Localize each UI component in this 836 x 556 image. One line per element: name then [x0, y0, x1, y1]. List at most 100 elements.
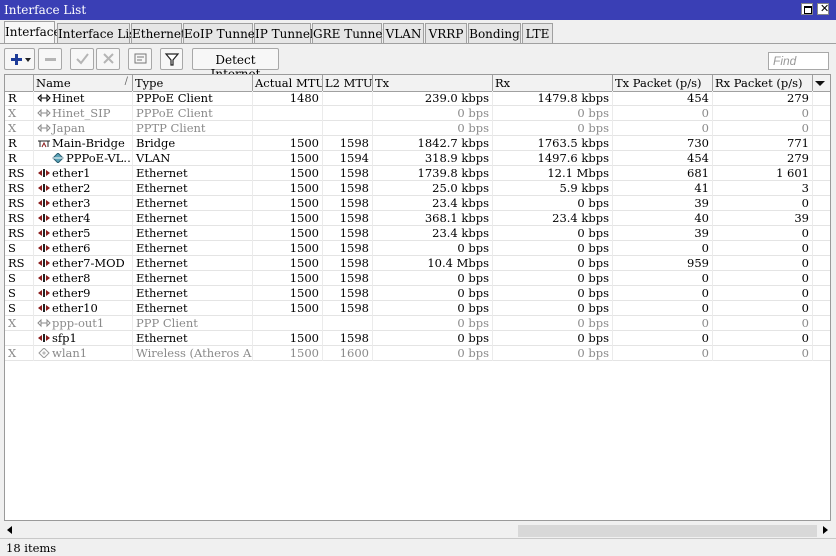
cell-tx: 25.0 kbps — [373, 181, 493, 196]
find-input[interactable] — [768, 52, 829, 70]
tab-ethernet[interactable]: Ethernet — [131, 23, 186, 44]
window-title: Interface List — [4, 3, 87, 17]
maximize-icon[interactable] — [801, 3, 813, 15]
cell-txp: 0 — [613, 316, 713, 331]
tab-interface[interactable]: Interface — [4, 21, 61, 44]
cell-tx: 0 bps — [373, 121, 493, 136]
cell-rxp: 1 601 — [713, 166, 813, 181]
table-row[interactable]: Xwlan1Wireless (Atheros AR…150016000 bps… — [5, 346, 830, 361]
ppp-icon — [37, 91, 52, 105]
cell-flag: RS — [5, 256, 34, 271]
table-row[interactable]: RS ether1 Ethernet 1500 1598 1739.8 kbps 12.1 … — [5, 166, 830, 181]
cell-txp: 0 — [613, 241, 713, 256]
cell-rxp: 0 — [713, 256, 813, 271]
cell-mtu: 1500 — [253, 271, 323, 286]
cell-rx: 0 bps — [493, 196, 613, 211]
cell-name: PPPoE-VL… — [34, 151, 133, 166]
table-row[interactable]: RS ether2 Ethernet 1500 1598 25.0 kbps 5.9 kbp… — [5, 181, 830, 196]
column-header-tx[interactable]: Tx — [373, 75, 493, 91]
table-row[interactable]: Sether8 Ethernet 1500 1598 0 bps 0 bps 0 0 — [5, 271, 830, 286]
cell-rxp: 0 — [713, 316, 813, 331]
cell-tx: 0 bps — [373, 106, 493, 121]
table-row[interactable]: RS ether5 Ethernet 1500 1598 23.4 kbps 0 bps 39… — [5, 226, 830, 241]
cell-mtu: 1500 — [253, 346, 323, 361]
cell-flag: X — [5, 121, 34, 136]
ethernet-icon — [37, 196, 52, 210]
table-row[interactable]: Sether10 Ethernet 1500 1598 0 bps 0 bps 0 0 — [5, 301, 830, 316]
table-row[interactable]: RS ether7-MOD Ethernet 1500 1598 10.4 Mbps 0 b… — [5, 256, 830, 271]
horizontal-scrollbar[interactable] — [4, 524, 831, 538]
cell-rx: 1763.5 kbps — [493, 136, 613, 151]
cell-mtu: 1500 — [253, 181, 323, 196]
interface-name: ether3 — [52, 196, 91, 210]
wlan-icon — [37, 346, 52, 360]
tab-lte[interactable]: LTE — [522, 23, 553, 44]
cell-name: ether5 — [34, 226, 133, 241]
column-header-rx-packet[interactable]: Rx Packet (p/s) — [713, 75, 813, 91]
cell-tx: 0 bps — [373, 301, 493, 316]
remove-button[interactable] — [38, 48, 62, 70]
cell-name: Japan — [34, 121, 133, 136]
detect-internet-button[interactable]: Detect Internet — [192, 48, 279, 81]
tab-gre-tunnel[interactable]: GRE Tunnel — [312, 23, 386, 44]
cell-txp: 0 — [613, 301, 713, 316]
table-row[interactable]: Sether9 Ethernet 1500 1598 0 bps 0 bps 0 0 — [5, 286, 830, 301]
column-header-rx[interactable]: Rx — [493, 75, 613, 91]
tab-eoip-tunnel[interactable]: EoIP Tunnel — [183, 23, 259, 44]
table-row[interactable]: R PPPoE-VL… VLAN 1500 1594 318.9 kbps 1497.6 k… — [5, 151, 830, 166]
cell-txp: 39 — [613, 226, 713, 241]
cell-tx: 239.0 kbps — [373, 91, 493, 106]
close-icon[interactable]: ✕ — [817, 2, 829, 15]
scrollbar-thumb[interactable] — [518, 525, 817, 537]
cell-rxp: 39 — [713, 211, 813, 226]
comment-button[interactable] — [128, 48, 152, 70]
tab-interface-list[interactable]: Interface List — [57, 23, 140, 44]
cell-tx: 368.1 kbps — [373, 211, 493, 226]
status-bar: 18 items — [0, 538, 836, 556]
cell-name: ether1 — [34, 166, 133, 181]
cell-rxp: 0 — [713, 226, 813, 241]
tab-bonding[interactable]: Bonding — [468, 23, 521, 44]
scroll-right-icon[interactable] — [823, 526, 828, 534]
table-row[interactable]: R Main-Bridge Bridge 1500 1598 1842.7 kbps 176… — [5, 136, 830, 151]
filter-button[interactable] — [160, 48, 183, 70]
table-row[interactable]: sfp1 Ethernet 1500 1598 0 bps 0 bps 0 0 — [5, 331, 830, 346]
cell-rx: 0 bps — [493, 331, 613, 346]
column-header-type[interactable]: Type — [133, 75, 253, 91]
interface-name: Main-Bridge — [52, 136, 125, 150]
cell-tx: 0 bps — [373, 286, 493, 301]
column-header-name[interactable]: Name / — [34, 75, 133, 91]
sort-indicator-icon: / — [124, 76, 128, 87]
cell-flag: S — [5, 271, 34, 286]
cell-l2 — [323, 106, 373, 121]
table-row[interactable]: X Japan PPTP Client 0 bps 0 bps 0 0 — [5, 121, 830, 136]
table-row[interactable]: RS ether3 Ethernet 1500 1598 23.4 kbps 0 bps 39… — [5, 196, 830, 211]
cell-tx: 23.4 kbps — [373, 226, 493, 241]
cell-flag: R — [5, 136, 34, 151]
column-header-actual-mtu[interactable]: Actual MTU — [253, 75, 323, 91]
table-row[interactable]: Xppp-out1 PPP Client 0 bps 0 bps 0 0 — [5, 316, 830, 331]
cell-flag: R — [5, 151, 34, 166]
bridge-icon — [37, 136, 52, 150]
cell-rx: 0 bps — [493, 226, 613, 241]
column-header-l2-mtu[interactable]: L2 MTU — [323, 75, 373, 91]
disable-button[interactable] — [96, 48, 120, 70]
table-row[interactable]: RS ether4 Ethernet 1500 1598 368.1 kbps 23.4 k… — [5, 211, 830, 226]
column-header-flags[interactable] — [5, 75, 34, 91]
add-button[interactable] — [4, 48, 35, 70]
tab-vlan[interactable]: VLAN — [383, 23, 424, 44]
enable-button[interactable] — [70, 48, 94, 70]
table-row[interactable]: X Hinet_SIP PPPoE Client 0 bps 0 bps 0 0 — [5, 106, 830, 121]
tab-vrrp[interactable]: VRRP — [425, 23, 467, 44]
table-row[interactable]: R Hinet PPPoE Client 1480 239.0 kbps 1479.8 k… — [5, 91, 830, 106]
tab-ip-tunnel[interactable]: IP Tunnel — [254, 23, 314, 44]
table-row[interactable]: Sether6 Ethernet 1500 1598 0 bps 0 bps 0 0 — [5, 241, 830, 256]
column-header-tx-packet[interactable]: Tx Packet (p/s) — [613, 75, 713, 91]
cell-name: ether3 — [34, 196, 133, 211]
cell-type: Ethernet — [133, 196, 253, 211]
cell-txp: 0 — [613, 121, 713, 136]
column-menu-icon[interactable] — [812, 75, 828, 91]
ethernet-icon — [37, 211, 52, 225]
scroll-left-icon[interactable] — [7, 526, 12, 534]
cell-rxp: 279 — [713, 91, 813, 106]
